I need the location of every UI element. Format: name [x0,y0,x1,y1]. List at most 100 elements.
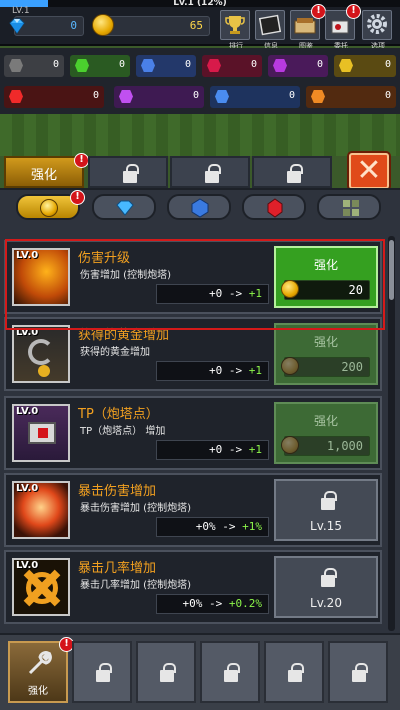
magnet-icon [28,339,54,365]
grass-background [0,114,400,156]
resource-purple-crystal: 0 [114,86,204,108]
upgrade-button[interactable]: 强化 20 [274,246,378,308]
coin-icon [40,199,58,217]
stat-arrow: -> [222,364,249,377]
purple-crystal-icon [119,90,133,103]
gear-icon [367,14,387,34]
coin-icon [281,436,299,454]
settings-button[interactable]: 选项 [362,10,392,50]
coin-icon [281,357,299,375]
alert-badge: ! [74,153,89,168]
coin-icon [281,280,299,298]
resource-value: 0 [250,59,257,70]
upgrade-cost: 200 [281,357,370,377]
alert-badge: ! [346,4,361,19]
resource-value: 0 [192,90,199,101]
diamond-icon [9,18,25,34]
subtab-blue-gem[interactable] [167,194,231,220]
item-level: LV.0 [16,560,39,571]
upgrade-button-label: 强化 [313,258,338,272]
subtab-diamond[interactable] [92,194,156,220]
upgrade-cost: 1,000 [281,436,370,456]
red-gem-icon [267,198,283,218]
item-title: 暴击伤害增加 [78,484,157,499]
stat-arrow: -> [215,520,243,533]
stat-arrow: -> [222,443,249,456]
lock-icon [224,663,240,683]
quest-button[interactable]: 委托 ! [325,4,361,50]
tab-enhance-label: 强化 [30,168,57,183]
tab-locked-3[interactable] [252,156,332,188]
lock-icon [123,164,139,184]
tab-locked-2[interactable] [170,156,250,188]
resource-value: 0 [52,59,59,70]
upgrade-button-label: 强化 [313,414,338,428]
info-icon [258,14,282,36]
nav-locked-5[interactable] [328,641,388,703]
upgrade-button[interactable]: 强化 200 [274,323,378,385]
item-desc: 暴击伤害增加 (控制炮塔) [80,503,191,514]
info-button[interactable]: 信息 [255,10,285,50]
cost-value: 20 [348,283,363,297]
nav-enhance-label: 强化 [28,686,48,697]
item-title: TP（炮塔点） [78,407,159,422]
item-title: 伤害升级 [78,251,131,266]
upgrade-item-gold: LV.0 获得的黄金增加 获得的黄金增加 +0 -> +1 强化 200 [4,317,382,391]
gold-thumbnail: LV.0 [12,325,70,383]
close-icon: ✕ [356,153,382,188]
lock-icon [321,568,337,588]
xp-bar: Lv.1 (12%) [0,0,400,8]
stat-current: +0 [209,443,223,456]
resource-gold: 0 [334,55,396,77]
ranking-button[interactable]: 排行 [220,10,250,50]
resource-value: 0 [118,59,125,70]
gem-value: 0 [70,19,77,32]
scrollbar[interactable] [388,236,395,631]
nav-locked-1[interactable] [72,641,132,703]
coin-icon [92,14,114,36]
lock-icon [287,164,303,184]
stat-arrow: -> [222,287,249,300]
item-desc: 获得的黄金增加 [80,347,150,358]
nav-locked-3[interactable] [200,641,260,703]
stat-next: +1 [248,364,262,377]
lock-icon [205,164,221,184]
resource-value: 0 [316,59,323,70]
upgrade-button[interactable]: 强化 1,000 [274,402,378,464]
nav-locked-4[interactable] [264,641,324,703]
resource-crimson: 0 [202,55,262,77]
coin-counter: 65 [100,16,210,36]
subtab-block[interactable] [317,194,381,220]
gray-ore-icon [9,59,23,72]
resource-purple: 0 [268,55,328,77]
tab-enhance[interactable]: 强化 [4,156,84,188]
resource-blue: 0 [136,55,196,77]
resource-panel: 0 0 0 0 0 0 0 0 0 0 [0,48,400,114]
lock-icon [352,663,368,683]
orange-crystal-icon [311,90,325,103]
resource-orange-crystal: 0 [306,86,396,108]
collection-button[interactable]: 图鉴 ! [290,4,326,50]
scrollbar-thumb[interactable] [389,240,394,300]
subtab-red-gem[interactable] [242,194,306,220]
close-button[interactable]: ✕ [349,153,389,189]
item-level: LV.0 [16,406,39,417]
item-level: LV.0 [16,483,39,494]
turret-core [38,428,48,438]
lock-icon [96,663,112,683]
diamond-icon [116,200,134,216]
tab-locked-1[interactable] [88,156,168,188]
locked-upgrade-button[interactable]: Lv.15 [274,479,378,541]
item-title: 获得的黄金增加 [78,328,170,343]
nav-enhance[interactable]: 强化 [8,641,68,703]
locked-upgrade-button[interactable]: Lv.20 [274,556,378,618]
damage-thumbnail: LV.0 [12,248,70,306]
nav-locked-2[interactable] [136,641,196,703]
item-title: 暴击几率增加 [78,561,157,576]
stat-arrow: -> [202,597,229,610]
item-stat-change: +0 -> +1 [156,284,269,304]
crit-chance-thumbnail: LV.0 [12,558,70,616]
stat-next: +0.2% [228,597,262,610]
coin-icon [38,365,50,377]
resource-red-crystal: 0 [4,86,104,108]
